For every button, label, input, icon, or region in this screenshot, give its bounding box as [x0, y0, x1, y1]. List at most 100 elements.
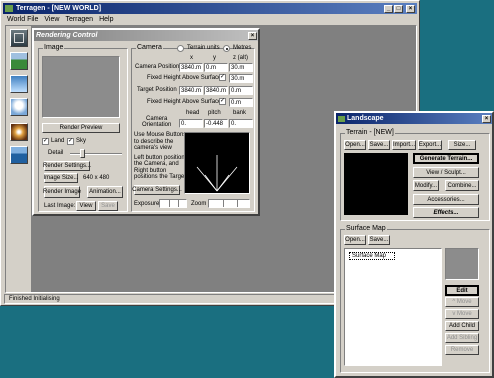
render-image-button[interactable]: Render Image [43, 186, 81, 198]
modify-button[interactable]: Modify... [413, 180, 439, 191]
target-z-field[interactable]: 0.m [229, 86, 253, 95]
surface-map-preview [445, 248, 479, 280]
bank-field[interactable]: 0. [229, 119, 253, 128]
last-image-label: Last Image: [44, 203, 76, 209]
head-field[interactable]: 0. [179, 119, 203, 128]
maximize-button[interactable]: □ [394, 4, 403, 13]
col-bank-label: bank [233, 110, 247, 116]
terrain-units-label: Terrain units [187, 45, 220, 51]
menu-world-file[interactable]: World File [7, 16, 38, 23]
lighting-icon[interactable] [10, 123, 28, 141]
col-x-label: x [190, 55, 193, 61]
sky-checkbox[interactable]: ✓ [67, 138, 74, 145]
surface-save-button[interactable]: Save... [368, 235, 390, 245]
menu-terragen[interactable]: Terragen [65, 16, 93, 23]
terrain-preview [344, 153, 408, 215]
minimize-button[interactable]: _ [384, 4, 393, 13]
fixed-height-camera-label: Fixed Height Above Surface [147, 75, 222, 81]
mouse-help-text: Use Mouse Buttons to describe the camera… [134, 132, 188, 181]
col-head-label: head [186, 110, 200, 116]
zoom-label: Zoom [191, 201, 207, 207]
cloud-icon[interactable] [10, 98, 28, 116]
detail-label: Detail [48, 150, 64, 156]
app-icon [5, 5, 13, 12]
camera-x-field[interactable]: 3840.m [179, 63, 203, 72]
landscape-window-icon [338, 115, 345, 122]
close-button[interactable]: × [406, 4, 415, 13]
move-up-button[interactable]: ^ Move [445, 297, 479, 307]
rendering-close-button[interactable]: × [248, 31, 257, 40]
effects-button[interactable]: Effects... [413, 207, 479, 218]
image-size-button[interactable]: Image Size... [44, 173, 79, 183]
fixed-height-camera-checkbox[interactable]: ✓ [219, 74, 226, 81]
land-checkbox[interactable]: ✓ [42, 138, 49, 145]
menu-view[interactable]: View [44, 16, 59, 23]
view-last-image-button[interactable]: View [76, 201, 96, 211]
surface-map-tree-item[interactable]: Surface Map [349, 252, 395, 260]
main-title-bar[interactable]: Terragen - [NEW WORLD] _ □ × [3, 3, 417, 14]
camera-z-field[interactable]: 30.m [229, 63, 253, 72]
terrain-open-button[interactable]: Open... [344, 140, 366, 150]
fixed-height-target-field[interactable]: 0.m [229, 98, 253, 107]
landscape-close-button[interactable]: × [482, 114, 491, 123]
landscape-window: Landscape × Terrain - [NEW] Open... Save… [334, 111, 494, 378]
surface-map-group-label: Surface Map [345, 225, 387, 232]
camera-group-label: Camera [136, 44, 163, 51]
remove-button[interactable]: Remove [445, 345, 479, 355]
fixed-height-camera-field[interactable]: 30.m [229, 74, 253, 83]
metres-label: Metres [233, 45, 252, 51]
zoom-slider[interactable] [208, 199, 250, 208]
camera-y-field[interactable]: 0.m [204, 63, 228, 72]
pitch-field[interactable]: -0.448 [204, 119, 228, 128]
detail-slider-thumb[interactable] [80, 149, 85, 158]
add-sibling-button[interactable]: Add Sibling [445, 333, 479, 343]
landscape-title-bar[interactable]: Landscape × [336, 113, 492, 124]
sky-icon[interactable] [10, 75, 28, 93]
render-preview-button[interactable]: Render Preview [42, 123, 120, 133]
terrain-units-radio[interactable] [177, 45, 184, 52]
camera-settings-button[interactable]: Camera Settings... [132, 185, 182, 195]
landscape-title: Landscape [347, 115, 384, 122]
target-x-field[interactable]: 3840.m [179, 86, 203, 95]
surface-edit-button[interactable]: Edit [445, 285, 479, 296]
combine-button[interactable]: Combine... [445, 180, 479, 191]
terrain-save-button[interactable]: Save... [368, 140, 390, 150]
land-label: Land [51, 138, 65, 144]
fixed-height-target-label: Fixed Height Above Surface [147, 99, 222, 105]
status-text: Finished Initialising [9, 296, 60, 302]
render-settings-button[interactable]: Render Settings... [43, 161, 91, 171]
render-preview-image [42, 56, 120, 118]
mouse-help-line-3: camera's view [134, 145, 172, 151]
rendering-control-title-bar[interactable]: Rendering Control × [34, 30, 258, 41]
terrain-import-button[interactable]: Import... [392, 140, 416, 150]
terrain-size-button[interactable]: Size... [448, 140, 476, 150]
col-z-label: z (alt) [233, 55, 248, 61]
move-down-button[interactable]: v Move [445, 309, 479, 319]
target-y-field[interactable]: 3840.m [204, 86, 228, 95]
fixed-height-target-checkbox[interactable]: ✓ [219, 98, 226, 105]
col-pitch-label: pitch [208, 110, 221, 116]
mouse-help-line-7: positions the Target. [134, 174, 188, 180]
camera-frustum-icon [196, 155, 238, 192]
add-child-button[interactable]: Add Child [445, 321, 479, 331]
view-sculpt-button[interactable]: View / Sculpt... [413, 167, 479, 178]
camera-view-pad[interactable] [184, 132, 250, 194]
generate-terrain-button[interactable]: Generate Terrain... [413, 153, 479, 164]
detail-slider[interactable] [70, 149, 122, 158]
rendering-control-icon[interactable] [10, 29, 28, 47]
menu-help[interactable]: Help [99, 16, 113, 23]
animation-button[interactable]: Animation... [87, 186, 123, 198]
metres-radio[interactable] [223, 45, 230, 52]
col-y-label: y [213, 55, 216, 61]
terrain-export-button[interactable]: Export... [418, 140, 442, 150]
rendering-control-title: Rendering Control [36, 32, 98, 39]
water-icon[interactable] [10, 146, 28, 164]
surface-open-button[interactable]: Open... [344, 235, 366, 245]
exposure-slider[interactable] [159, 199, 187, 208]
sky-label: Sky [76, 138, 87, 144]
surface-map-tree-label: Surface Map [352, 253, 387, 259]
surface-map-tree[interactable]: Surface Map [344, 248, 442, 366]
landscape-icon[interactable] [10, 52, 28, 70]
accessories-button[interactable]: Accessories... [413, 194, 479, 205]
save-last-image-button[interactable]: Save [98, 201, 118, 211]
